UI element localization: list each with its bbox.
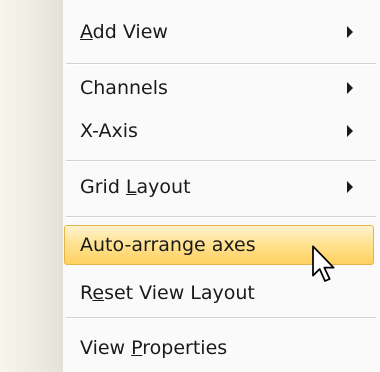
chevron-right-icon — [347, 181, 353, 193]
chevron-right-icon — [347, 26, 353, 38]
menu-item-label: Add View — [80, 21, 168, 43]
menu-item-label: X-Axis — [80, 120, 138, 142]
menu-item-channels[interactable]: Channels — [0, 68, 380, 108]
menu-separator — [66, 160, 376, 162]
chevron-right-icon — [347, 125, 353, 137]
chevron-right-icon — [347, 82, 353, 94]
menu-item-x-axis[interactable]: X-Axis — [0, 111, 380, 151]
context-menu: Add View Channels X-Axis Grid Layout Aut… — [0, 0, 380, 372]
menu-item-view-properties[interactable]: View Properties — [0, 328, 380, 368]
menu-item-label: Channels — [80, 77, 168, 99]
menu-item-label: Auto-arrange axes — [80, 234, 256, 256]
menu-item-label: View Properties — [80, 337, 228, 359]
menu-item-label: Reset View Layout — [80, 282, 255, 304]
menu-item-add-view[interactable]: Add View — [0, 12, 380, 52]
menu-separator — [66, 63, 376, 65]
menu-item-grid-layout[interactable]: Grid Layout — [0, 167, 380, 207]
menu-item-label: Grid Layout — [80, 176, 191, 198]
menu-separator — [66, 317, 376, 319]
menu-separator — [66, 216, 376, 218]
mouse-pointer-icon — [312, 245, 335, 282]
